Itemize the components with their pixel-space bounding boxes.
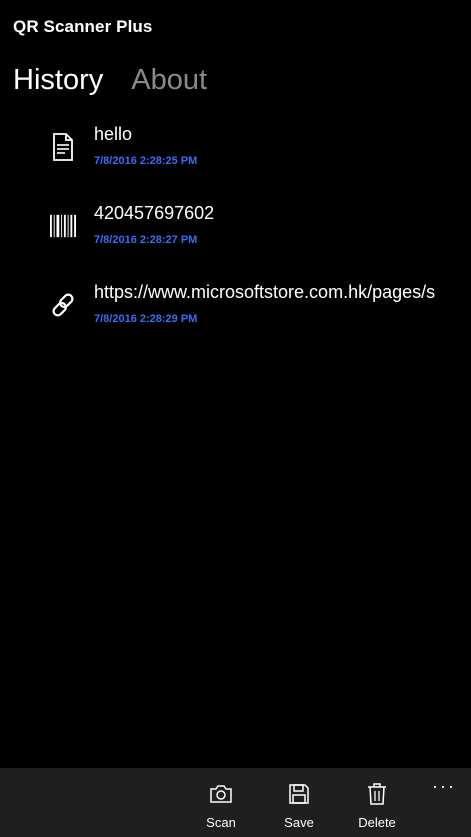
camera-icon: [210, 785, 232, 803]
save-icon: [289, 784, 309, 804]
history-item[interactable]: 420457697602 7/8/2016 2:28:27 PM: [0, 197, 445, 276]
scan-button[interactable]: Scan: [193, 782, 249, 830]
tab-history[interactable]: History: [13, 64, 103, 97]
link-icon: [50, 290, 76, 320]
delete-button[interactable]: Delete: [349, 782, 405, 830]
history-item-timestamp: 7/8/2016 2:28:25 PM: [94, 155, 198, 167]
history-item-text: https://www.microsoftstore.com.hk/pages/…: [94, 282, 436, 302]
more-options-button[interactable]: ···: [429, 776, 459, 798]
history-item-text: 420457697602: [94, 203, 215, 223]
history-item-text: hello: [94, 124, 133, 144]
history-list: hello 7/8/2016 2:28:25 PM 420457697602 7…: [0, 118, 445, 355]
document-icon: [50, 132, 76, 162]
tab-about[interactable]: About: [131, 64, 207, 97]
delete-button-label: Delete: [358, 815, 396, 830]
barcode-icon: [50, 211, 76, 241]
scan-button-label: Scan: [206, 815, 236, 830]
history-item-timestamp: 7/8/2016 2:28:27 PM: [94, 234, 198, 246]
save-button[interactable]: Save: [271, 782, 327, 830]
trash-icon: [368, 783, 386, 805]
app-bar: Scan Save Delete ···: [0, 768, 471, 837]
app-title: QR Scanner Plus: [13, 17, 153, 36]
pivot-tabs: History About: [13, 64, 235, 97]
history-item-timestamp: 7/8/2016 2:28:29 PM: [94, 313, 198, 325]
history-item[interactable]: hello 7/8/2016 2:28:25 PM: [0, 118, 445, 197]
save-button-label: Save: [284, 815, 314, 830]
history-item[interactable]: https://www.microsoftstore.com.hk/pages/…: [0, 276, 445, 355]
